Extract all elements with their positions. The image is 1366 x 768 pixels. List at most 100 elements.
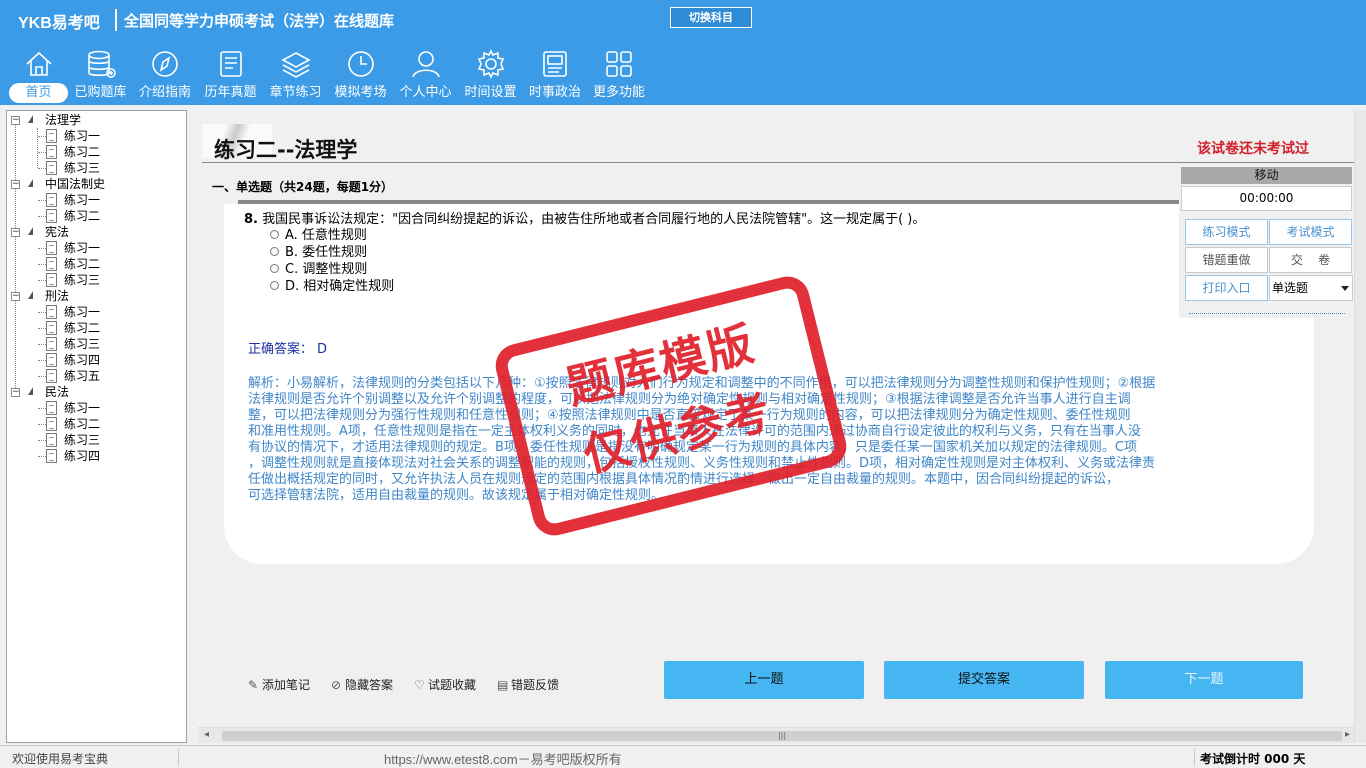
nav-time-settings[interactable]: 时间设置 [458,48,523,104]
answer-value: D [317,342,328,357]
hide-answer-link[interactable]: ⊘ 隐藏答案 [331,676,393,693]
scroll-left-icon[interactable]: ◂ [204,729,209,740]
document-icon [46,353,57,367]
nav-current-affairs[interactable]: 时事政治 [523,48,587,104]
tree-node-label: 中国法制史 [45,177,106,191]
news-icon [543,51,567,77]
question-type-select[interactable]: 单选题 [1269,275,1353,301]
tree-leaf-label: 练习一 [64,241,101,255]
collapse-toggle-icon[interactable]: − [11,228,20,237]
tree-leaf-label: 练习三 [64,273,101,287]
app-title: 全国同等学力申硕考试（法学）在线题库 [124,12,395,30]
tree-leaf[interactable]: 练习二 [7,256,186,272]
pencil-icon: ✎ [248,678,259,692]
switch-subject-button[interactable]: 切换科目 [670,7,752,28]
tree-leaf[interactable]: 练习三 [7,272,186,288]
nav-label: 时事政治 [528,85,581,100]
tree-leaf[interactable]: 练习二 [7,208,186,224]
tree-leaf[interactable]: 练习四 [7,352,186,368]
document-icon [46,417,57,431]
nav-mock-exam[interactable]: 模拟考场 [328,48,393,104]
nav-purchased[interactable]: 已购题库 [69,48,132,104]
tree-leaf[interactable]: 练习五 [7,368,186,384]
add-note-link[interactable]: ✎ 添加笔记 [248,676,310,693]
tool-label: 添加笔记 [262,678,311,692]
collapse-toggle-icon[interactable]: − [11,180,20,189]
select-value: 单选题 [1272,281,1309,295]
radio-icon[interactable] [270,230,279,239]
tree-leaf[interactable]: 练习三 [7,336,186,352]
tree-leaf[interactable]: 练习三 [7,160,186,176]
tree-leaf-label: 练习四 [64,449,101,463]
tree-leaf[interactable]: 练习二 [7,144,186,160]
collapse-toggle-icon[interactable]: − [11,292,20,301]
tree-leaf-label: 练习一 [64,129,101,143]
submit-answer-button[interactable]: 提交答案 [884,661,1084,699]
tree-leaf-label: 练习二 [64,417,101,431]
print-entry-button[interactable]: 打印入口 [1185,275,1268,301]
radio-icon[interactable] [270,247,279,256]
collapse-toggle-icon[interactable]: − [11,116,20,125]
panel-resize-handle[interactable] [1189,313,1345,314]
status-divider [178,749,179,766]
prev-question-button[interactable]: 上一题 [664,661,864,699]
tree-leaf[interactable]: 练习一 [7,304,186,320]
tree-leaf[interactable]: 练习一 [7,192,186,208]
nav-personal-center[interactable]: 个人中心 [393,48,458,104]
option-d[interactable]: D. 相对确定性规则 [270,275,394,294]
tree-leaf[interactable]: 练习三 [7,432,186,448]
tree-leaf[interactable]: 练习二 [7,320,186,336]
tree-node-jurisprudence[interactable]: − 法理学 [7,112,186,128]
tool-label: 错题反馈 [511,678,560,692]
explanation-line: 可选择管辖法院，适用自由裁量的规则。故该规定属于相对确定性规则。 [248,488,665,503]
nav-more-features[interactable]: 更多功能 [587,48,651,104]
database-icon [87,50,116,78]
nav-home[interactable]: 首页 [8,48,69,104]
tree-leaf[interactable]: 练习一 [7,128,186,144]
tree-node-legal-history[interactable]: − 中国法制史 [7,176,186,192]
nav-chapter-practice[interactable]: 章节练习 [263,48,328,104]
favorite-question-link[interactable]: ♡ 试题收藏 [414,676,476,693]
exam-mode-button[interactable]: 考试模式 [1269,219,1352,245]
radio-icon[interactable] [270,264,279,273]
app-logo: YKB易考吧 [18,15,100,32]
main-nav: 首页 已购题库 介绍指南 历年真题 章节练习 模拟考场 个人中心 时间设置 时事… [8,48,651,104]
tree-leaf-label: 练习一 [64,305,101,319]
nav-guide[interactable]: 介绍指南 [132,48,198,104]
submit-paper-button[interactable]: 交 卷 [1269,247,1352,273]
collapse-toggle-icon[interactable]: − [11,388,20,397]
document-icon [46,401,57,415]
scroll-right-icon[interactable]: ▸ [1345,729,1350,740]
layers-icon [280,52,311,78]
tree-leaf[interactable]: 练习一 [7,400,186,416]
tree-node-criminal-law[interactable]: − 刑法 [7,288,186,304]
redo-wrong-button[interactable]: 错题重做 [1185,247,1268,273]
folder-icon [28,387,33,395]
feedback-icon: ▤ [497,678,509,692]
nav-past-papers[interactable]: 历年真题 [198,48,263,104]
vertical-scrollbar[interactable] [1354,110,1366,743]
tree-leaf[interactable]: 练习四 [7,448,186,464]
nav-label: 历年真题 [204,85,257,100]
tree-node-civil-law[interactable]: − 民法 [7,384,186,400]
exam-control-panel: 移动 00:00:00 练习模式 考试模式 错题重做 交 卷 打印入口 单选题 [1179,167,1354,318]
move-handle[interactable]: 移动 [1181,167,1352,184]
tree-leaf[interactable]: 练习一 [7,240,186,256]
horizontal-scrollbar[interactable]: ◂ ||| ▸ [198,727,1354,743]
tree-leaf[interactable]: 练习二 [7,416,186,432]
document-icon [46,449,57,463]
tree-node-constitution[interactable]: − 宪法 [7,224,186,240]
tool-label: 隐藏答案 [345,678,394,692]
compass-icon [152,51,178,77]
scroll-thumb[interactable]: ||| [222,731,1342,741]
document-icon [46,369,57,383]
folder-icon [28,179,33,187]
error-feedback-link[interactable]: ▤ 错题反馈 [497,676,559,693]
radio-icon[interactable] [270,281,279,290]
gear-icon [477,49,504,79]
tree-leaf-label: 练习三 [64,337,101,351]
nav-label: 个人中心 [399,85,452,100]
chevron-down-icon [1341,286,1349,291]
next-question-button[interactable]: 下一题 [1105,661,1303,699]
practice-mode-button[interactable]: 练习模式 [1185,219,1268,245]
